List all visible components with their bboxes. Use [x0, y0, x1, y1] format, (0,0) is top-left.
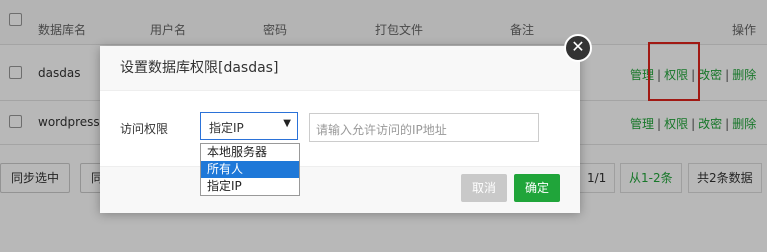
confirm-button[interactable]: 确定: [514, 174, 560, 202]
option-specified-ip[interactable]: 指定IP: [201, 178, 299, 195]
close-icon[interactable]: ✕: [564, 34, 592, 62]
access-permission-dropdown: 本地服务器 所有人 指定IP: [200, 143, 300, 196]
cancel-button[interactable]: 取消: [461, 174, 507, 202]
dialog-title-bar: 设置数据库权限[dasdas]: [100, 46, 580, 91]
option-local-server[interactable]: 本地服务器: [201, 144, 299, 161]
chevron-down-icon: ▼: [283, 118, 291, 129]
dialog-title: 设置数据库权限[dasdas]: [120, 60, 279, 76]
select-value: 指定IP: [209, 121, 244, 135]
option-everyone[interactable]: 所有人: [201, 161, 299, 178]
ip-address-input[interactable]: 请输入允许访问的IP地址: [309, 113, 539, 142]
dialog-footer: [100, 166, 580, 213]
access-permission-label: 访问权限: [120, 122, 169, 136]
access-permission-select[interactable]: 指定IP ▼: [200, 112, 298, 140]
